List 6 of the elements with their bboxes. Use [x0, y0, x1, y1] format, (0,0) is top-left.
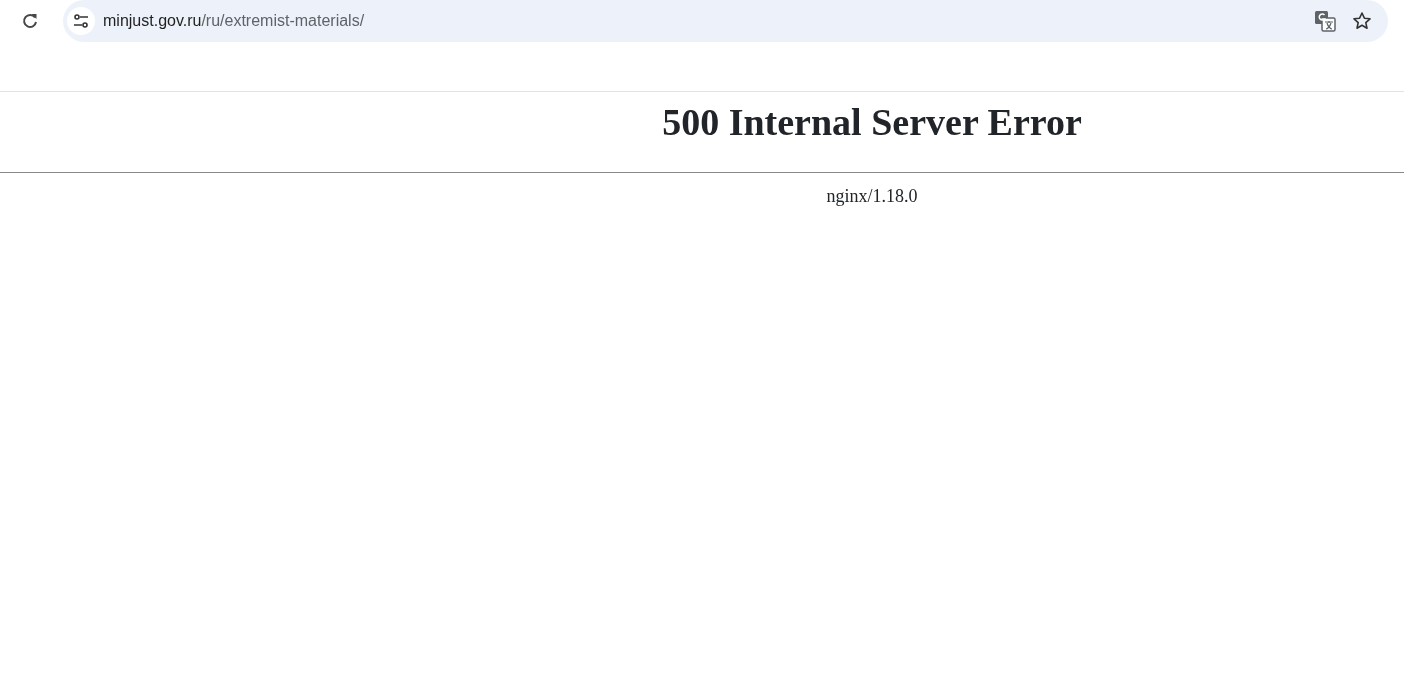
reload-icon[interactable]: [21, 12, 39, 30]
translate-icon[interactable]: [1314, 10, 1336, 32]
bookmark-star-icon[interactable]: [1352, 11, 1372, 31]
server-version: nginx/1.18.0: [825, 184, 919, 208]
site-settings-icon[interactable]: [72, 12, 90, 30]
error-title: 500 Internal Server Error: [661, 102, 1083, 144]
